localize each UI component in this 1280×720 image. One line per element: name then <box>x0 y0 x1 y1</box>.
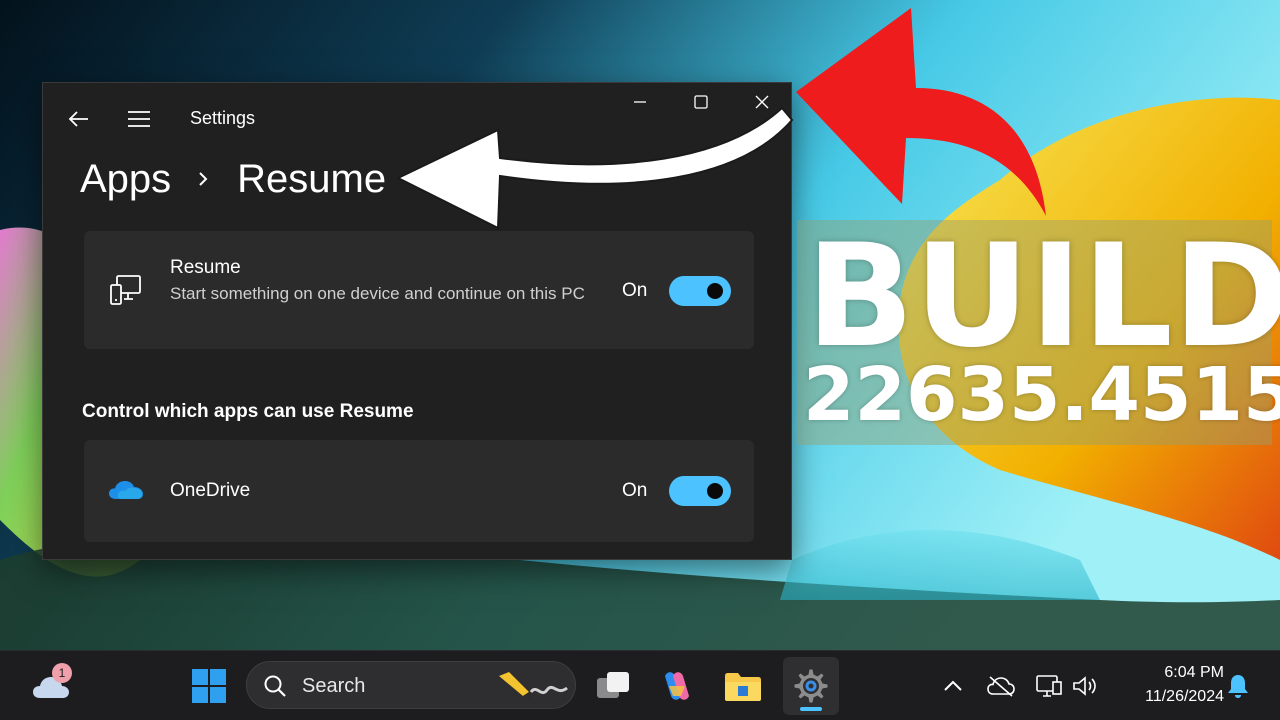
onedrive-tray-button[interactable] <box>984 669 1018 703</box>
start-button[interactable] <box>188 665 230 707</box>
show-hidden-icons-button[interactable] <box>936 669 970 703</box>
toggle-knob <box>707 283 723 299</box>
close-icon <box>755 95 769 109</box>
taskbar: 1 Search 6:04 PM 11/26/2024 <box>0 650 1280 720</box>
resume-description: Start something on one device and contin… <box>170 284 585 303</box>
minimize-button[interactable] <box>623 85 657 119</box>
navigation-menu-button[interactable] <box>123 103 155 135</box>
weather-widget-button[interactable]: 1 <box>28 663 74 709</box>
onedrive-icon <box>106 476 146 504</box>
chevron-right-icon <box>197 170 209 188</box>
chevron-up-icon <box>944 680 962 691</box>
onedrive-label: OneDrive <box>170 480 251 501</box>
copilot-icon <box>665 672 689 700</box>
resume-title: Resume <box>170 257 241 278</box>
devices-icon <box>108 271 144 309</box>
back-arrow-icon <box>68 111 88 127</box>
onedrive-toggle-switch[interactable] <box>669 476 731 506</box>
cloud-offline-icon <box>987 676 1015 697</box>
notification-badge: 1 <box>52 663 72 683</box>
copilot-button[interactable] <box>656 665 698 707</box>
active-app-indicator <box>800 707 822 711</box>
folder-icon <box>725 673 761 701</box>
toggle-knob <box>707 483 723 499</box>
clock-time: 6:04 PM <box>1164 664 1224 681</box>
clock-date: 11/26/2024 <box>1145 688 1224 705</box>
breadcrumb-apps-link[interactable]: Apps <box>80 157 171 202</box>
bell-icon <box>1228 675 1248 698</box>
clock[interactable]: 6:04 PM 11/26/2024 <box>1114 661 1224 709</box>
onedrive-app-row: OneDrive On <box>84 440 754 542</box>
search-label: Search <box>302 675 366 697</box>
taskbar-search-box[interactable]: Search <box>246 661 576 709</box>
back-button[interactable] <box>63 103 95 135</box>
maximize-icon <box>694 95 708 109</box>
window-title: Settings <box>190 108 256 128</box>
onedrive-toggle-state: On <box>622 480 648 501</box>
windows-logo-icon <box>192 669 226 703</box>
ethernet-icon <box>1036 675 1062 697</box>
hamburger-icon <box>128 111 150 127</box>
search-highlight-pencil-icon <box>499 672 568 698</box>
section-heading: Control which apps can use Resume <box>82 401 414 422</box>
resume-setting-card: Resume Start something on one device and… <box>84 231 754 349</box>
minimize-icon <box>634 101 646 103</box>
page-title: Resume <box>237 156 387 201</box>
task-view-icon <box>597 672 629 698</box>
breadcrumb: Apps Resume <box>80 151 386 207</box>
title-bar: Settings <box>43 83 791 153</box>
build-number-text: 22635.4515 <box>803 352 1280 438</box>
speaker-icon <box>1073 676 1096 696</box>
close-button[interactable] <box>745 85 779 119</box>
file-explorer-button[interactable] <box>722 665 764 707</box>
notifications-button[interactable] <box>1222 669 1254 703</box>
task-view-button[interactable] <box>592 665 634 707</box>
resume-toggle-state: On <box>622 280 648 301</box>
resume-toggle-switch[interactable] <box>669 276 731 306</box>
settings-window: Settings Apps Resume Resume Start someth… <box>42 82 792 560</box>
search-icon <box>264 675 286 697</box>
build-title-text: BUILD <box>806 214 1280 379</box>
network-button[interactable] <box>1032 669 1066 703</box>
volume-button[interactable] <box>1068 669 1102 703</box>
gear-icon <box>794 669 828 703</box>
maximize-button[interactable] <box>684 85 718 119</box>
